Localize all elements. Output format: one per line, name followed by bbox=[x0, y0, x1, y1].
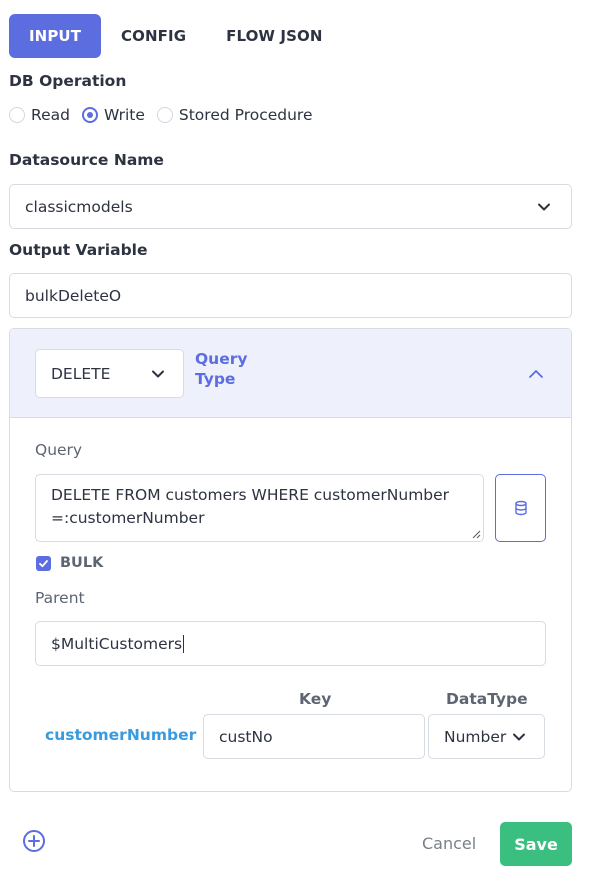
param-datatype-select[interactable]: Number bbox=[428, 714, 545, 759]
radio-read-circle[interactable] bbox=[9, 107, 25, 123]
parent-label: Parent bbox=[35, 589, 85, 607]
radio-stored-procedure-circle[interactable] bbox=[156, 107, 173, 123]
datasource-value: classicmodels bbox=[25, 197, 133, 216]
query-type-label: Query Type bbox=[195, 350, 248, 388]
column-header-key: Key bbox=[299, 690, 332, 708]
tab-input[interactable]: INPUT bbox=[9, 14, 102, 58]
tab-flow-json[interactable]: FLOW JSON bbox=[206, 14, 342, 58]
tab-config[interactable]: CONFIG bbox=[101, 14, 206, 58]
radio-write-circle[interactable] bbox=[81, 107, 98, 123]
database-icon bbox=[514, 500, 527, 516]
cancel-button[interactable]: Cancel bbox=[422, 834, 476, 853]
parent-value: $MultiCustomers bbox=[51, 634, 183, 653]
datasource-select[interactable]: classicmodels bbox=[9, 184, 572, 229]
output-variable-label: Output Variable bbox=[9, 241, 148, 259]
resize-handle-icon[interactable] bbox=[471, 529, 481, 539]
query-panel-header[interactable]: DELETE Query Type bbox=[10, 329, 571, 418]
chevron-down-icon bbox=[513, 733, 525, 741]
plus-circle-icon[interactable] bbox=[22, 829, 46, 853]
query-panel: DELETE Query Type Query DELETE FROM cust… bbox=[9, 328, 572, 792]
query-type-value: DELETE bbox=[51, 364, 111, 383]
database-button[interactable] bbox=[495, 474, 546, 542]
radio-read-label: Read bbox=[31, 106, 70, 124]
param-name: customerNumber bbox=[45, 726, 197, 744]
parent-input[interactable]: $MultiCustomers bbox=[35, 621, 546, 666]
checkmark-icon bbox=[39, 560, 48, 568]
output-variable-value: bulkDeleteO bbox=[25, 286, 122, 305]
chevron-up-icon[interactable] bbox=[527, 365, 545, 383]
save-button[interactable]: Save bbox=[500, 822, 572, 866]
query-label: Query bbox=[35, 441, 83, 459]
radio-write-label: Write bbox=[103, 106, 145, 124]
text-cursor bbox=[183, 634, 185, 653]
chevron-down-icon bbox=[538, 203, 550, 211]
chevron-down-icon bbox=[152, 370, 164, 378]
param-datatype-value: Number bbox=[444, 727, 507, 746]
param-key-value: custNo bbox=[219, 727, 273, 746]
radio-write[interactable]: Write bbox=[81, 106, 145, 124]
radio-read[interactable]: Read bbox=[9, 106, 70, 124]
radio-stored-procedure-label: Stored Procedure bbox=[178, 106, 313, 124]
bulk-label: BULK bbox=[60, 555, 104, 571]
output-variable-input[interactable]: bulkDeleteO bbox=[9, 273, 572, 318]
tab-bar: INPUT CONFIG FLOW JSON bbox=[9, 14, 343, 58]
datasource-label: Datasource Name bbox=[9, 151, 164, 169]
column-header-datatype: DataType bbox=[446, 690, 528, 708]
bulk-checkbox[interactable] bbox=[36, 556, 51, 571]
db-operation-label: DB Operation bbox=[9, 72, 127, 90]
query-text: DELETE FROM customers WHERE customerNumb… bbox=[51, 486, 450, 527]
param-key-input[interactable]: custNo bbox=[203, 714, 425, 759]
radio-stored-procedure[interactable]: Stored Procedure bbox=[156, 106, 313, 124]
query-type-select[interactable]: DELETE bbox=[35, 349, 184, 398]
query-textarea[interactable]: DELETE FROM customers WHERE customerNumb… bbox=[35, 474, 484, 542]
db-operation-radio-group: Read Write Stored Procedure bbox=[9, 106, 325, 124]
